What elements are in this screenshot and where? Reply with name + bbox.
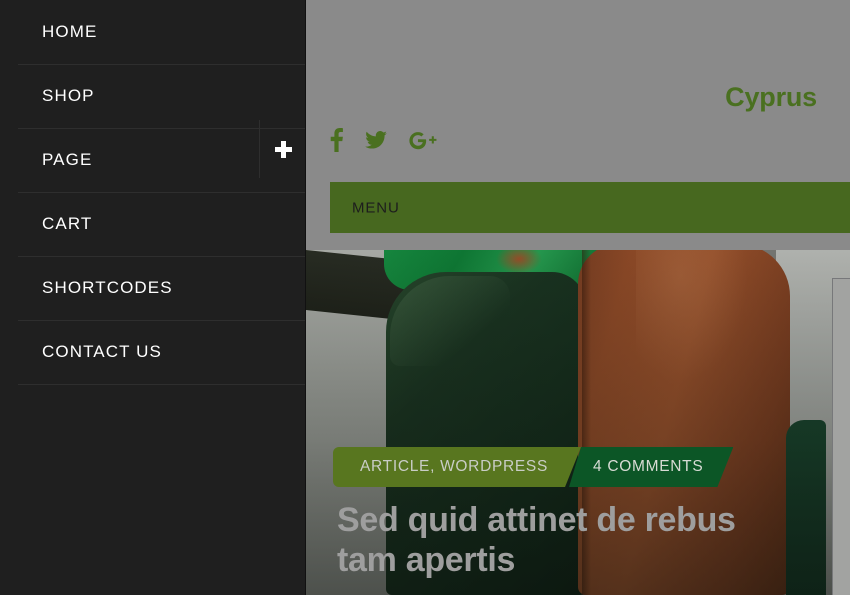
sidebar-item-label: CONTACT US <box>42 342 162 361</box>
sidebar-item-label: PAGE <box>42 150 93 169</box>
sidebar-item-shortcodes[interactable]: SHORTCODES <box>0 256 306 320</box>
page-root: ARTICLE, WORDPRESS 4 COMMENTS Sed quid a… <box>0 0 850 595</box>
sidebar-divider <box>18 384 305 385</box>
menu-bar-label: MENU <box>352 199 400 216</box>
post-title[interactable]: Sed quid attinet de rebus tam apertis <box>337 500 757 580</box>
sidebar-divider <box>18 192 305 193</box>
site-logo[interactable]: Cyprus <box>725 82 817 113</box>
sidebar-expand-page-button[interactable] <box>259 120 306 178</box>
sidebar-item-contact-us[interactable]: CONTACT US <box>0 320 306 384</box>
plus-icon <box>274 140 292 158</box>
sidebar-nav: HOME SHOP PAGE CART SHORTCODES CONTACT U… <box>0 0 306 595</box>
sidebar-edge <box>305 0 306 595</box>
site-header: Cyprus MENU <box>306 0 850 250</box>
post-category-badge[interactable]: ARTICLE, WORDPRESS <box>333 447 581 487</box>
sidebar-item-label: SHORTCODES <box>42 278 173 297</box>
google-plus-icon[interactable] <box>409 131 437 150</box>
sidebar-item-label: SHOP <box>42 86 95 105</box>
post-comments-badge[interactable]: 4 COMMENTS <box>569 447 733 487</box>
sidebar-item-shop[interactable]: SHOP <box>0 64 306 128</box>
twitter-icon[interactable] <box>365 131 387 149</box>
sidebar-item-label: CART <box>42 214 93 233</box>
menu-bar[interactable]: MENU <box>330 182 850 233</box>
sidebar-divider <box>18 320 305 321</box>
facebook-icon[interactable] <box>330 128 343 152</box>
sidebar-item-cart[interactable]: CART <box>0 192 306 256</box>
right-side-panel[interactable] <box>832 278 850 595</box>
sidebar-divider <box>18 256 305 257</box>
sidebar-item-home[interactable]: HOME <box>0 0 306 64</box>
sidebar-list-end <box>0 384 306 448</box>
sidebar-divider <box>18 64 305 65</box>
sidebar-item-label: HOME <box>42 22 98 41</box>
post-meta: ARTICLE, WORDPRESS 4 COMMENTS <box>333 447 733 487</box>
social-links <box>330 128 437 152</box>
